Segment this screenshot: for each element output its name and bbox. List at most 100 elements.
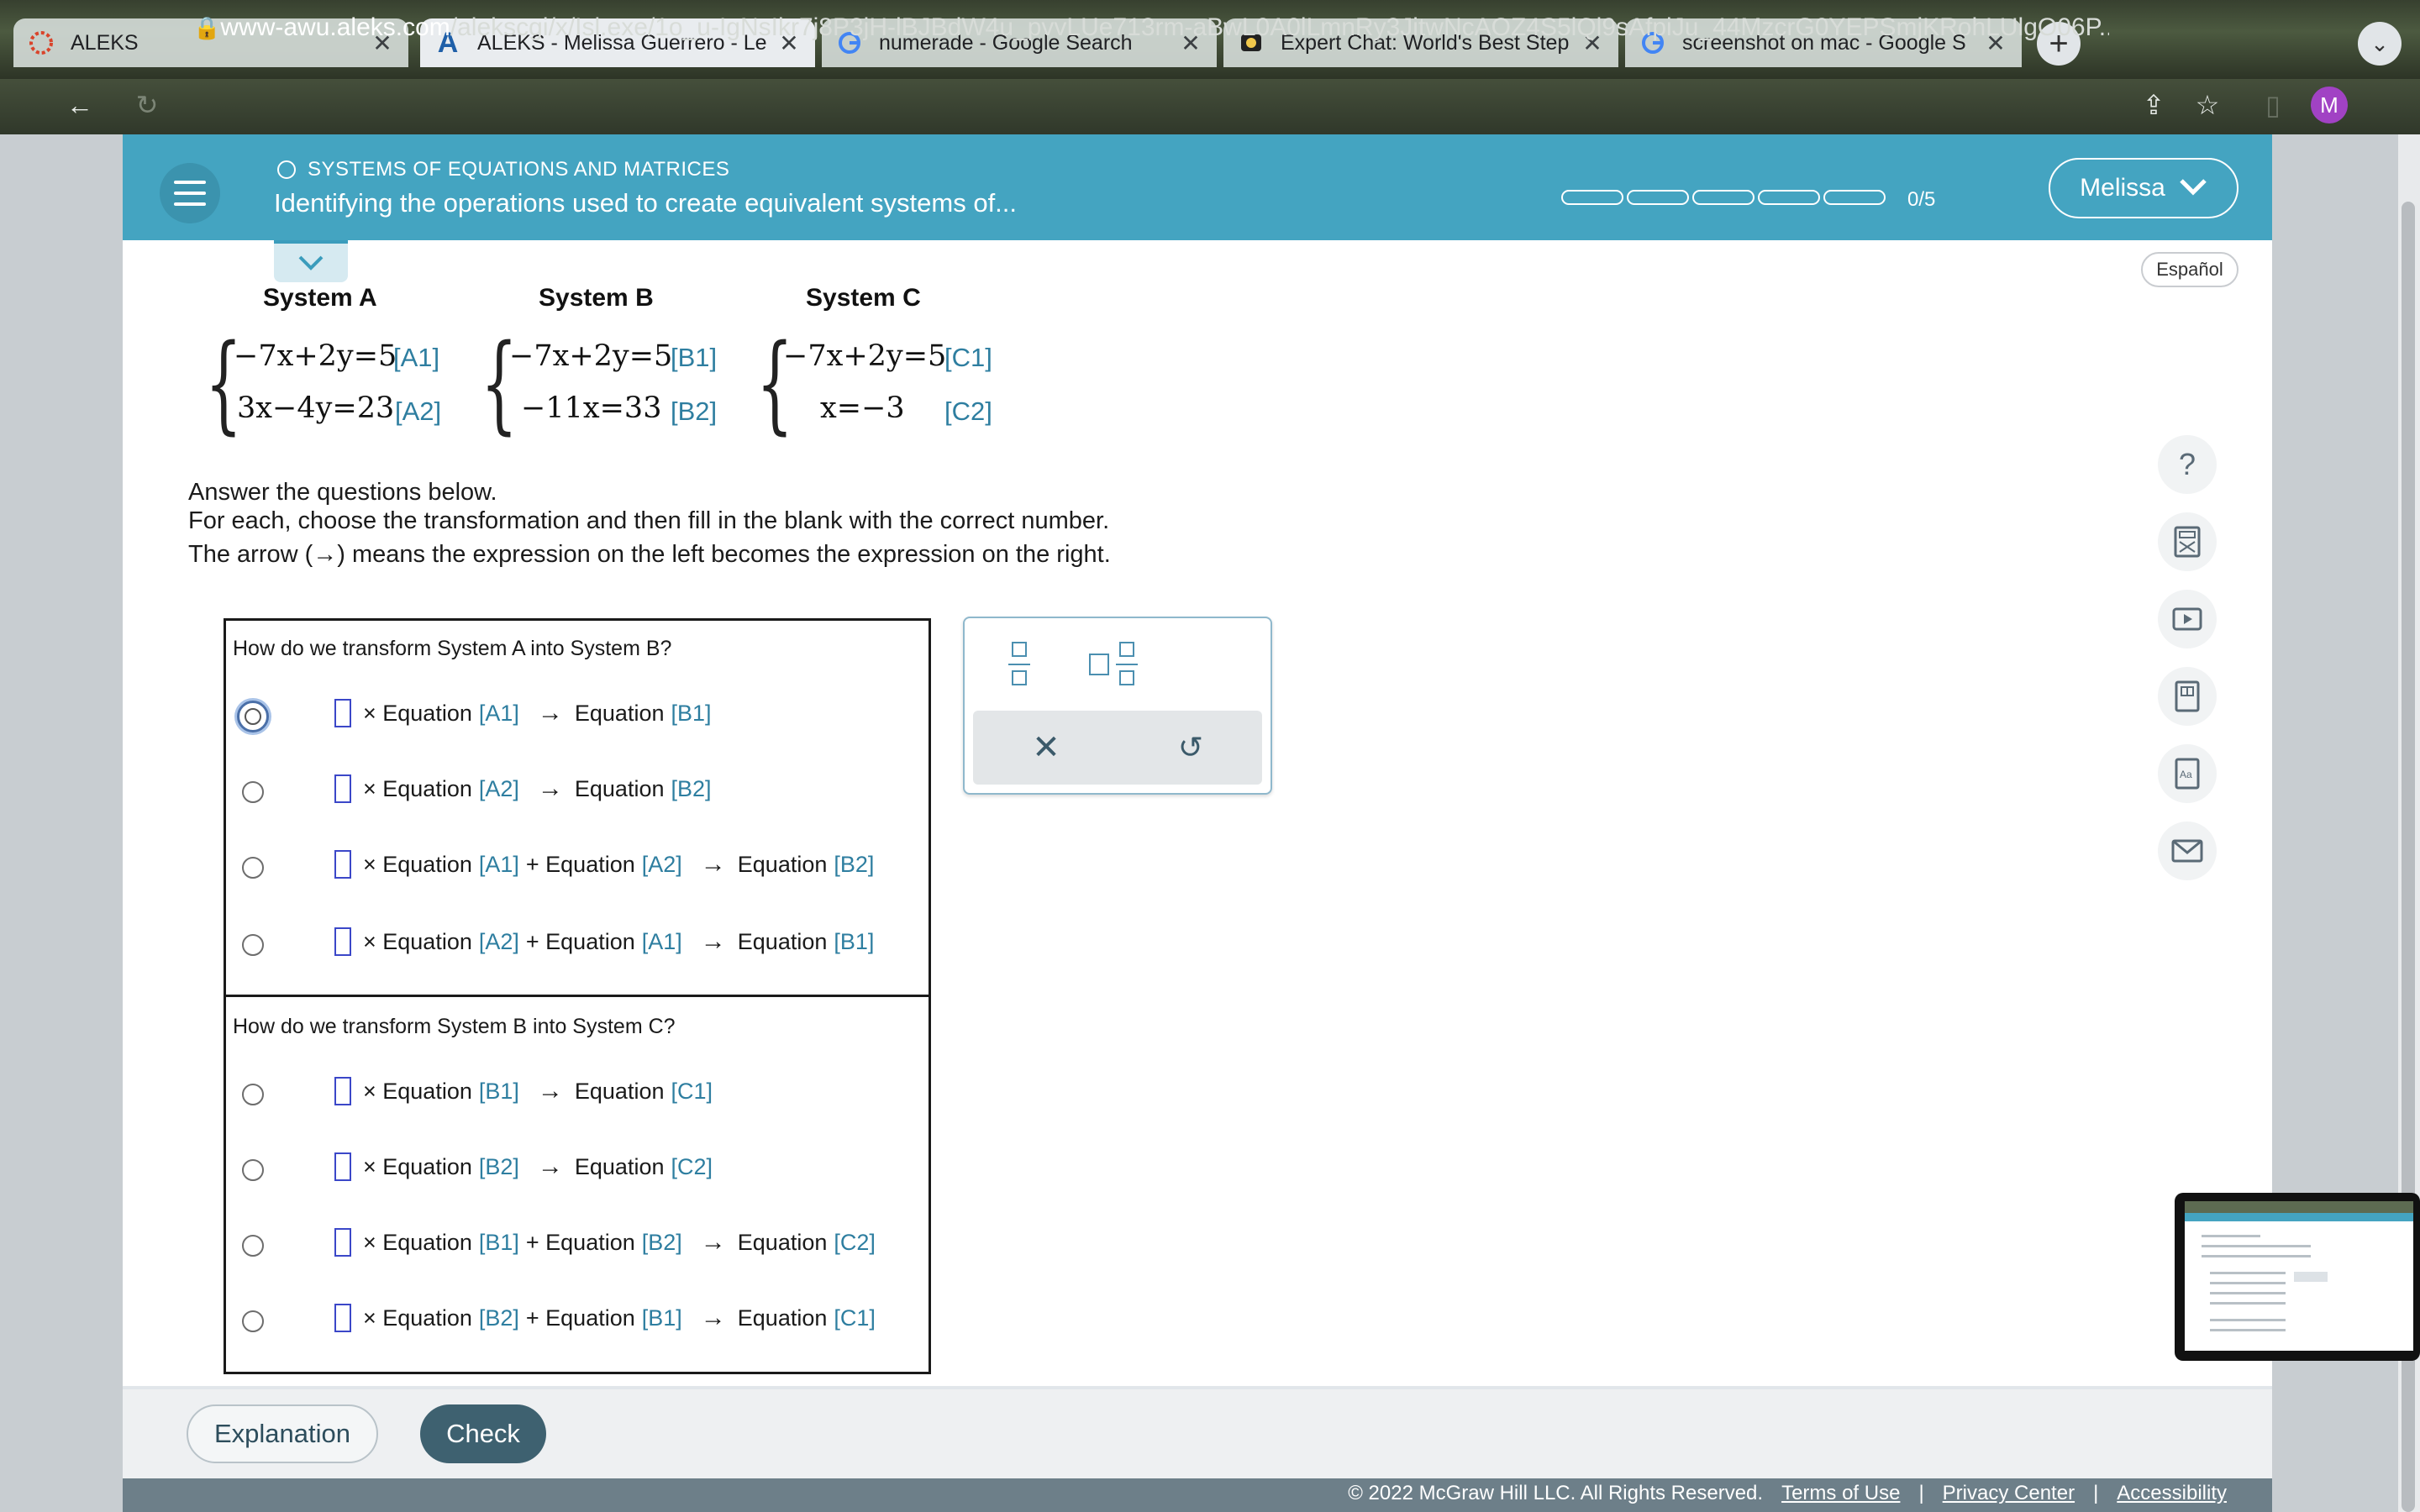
link-separator: |: [1918, 1482, 1924, 1504]
profile-avatar[interactable]: M: [2311, 87, 2348, 123]
equation-label: [A1]: [478, 700, 519, 726]
progress-bar: [1561, 190, 1886, 205]
answer-blank-input[interactable]: [334, 699, 351, 727]
privacy-center-link[interactable]: Privacy Center: [1943, 1482, 2075, 1505]
option-text: Equation: [737, 928, 828, 954]
q2-option-1-radio[interactable]: [242, 1084, 264, 1105]
equation-label: [C2]: [671, 1153, 713, 1179]
answer-blank-input[interactable]: [334, 774, 351, 803]
option-text: × Equation: [363, 1153, 472, 1179]
mail-icon[interactable]: [2158, 822, 2217, 880]
q1-option-4: × Equation [A2] + Equation [A1] → Equati…: [334, 927, 881, 956]
question-1-prompt: How do we transform System A into System…: [233, 637, 672, 660]
q1-option-3: × Equation [A1] + Equation [A2] → Equati…: [334, 850, 881, 879]
bookmark-star-icon[interactable]: ☆: [2186, 84, 2228, 126]
calculator-icon[interactable]: [2158, 512, 2217, 571]
question-divider: [224, 995, 931, 997]
check-button[interactable]: Check: [420, 1404, 546, 1463]
option-text: Equation: [737, 851, 828, 877]
equation-b2: −11x=33: [521, 391, 662, 425]
arrow-icon: →: [537, 1152, 563, 1180]
system-b-title: System B: [539, 284, 654, 312]
question-2-prompt: How do we transform System B into System…: [233, 1015, 676, 1038]
url-field[interactable]: 🔒 www-awu.aleks.com/alekscgi/x/Isl.exe/1…: [193, 7, 2109, 49]
q1-option-1: × Equation [A1] → Equation [B1]: [334, 699, 718, 727]
equation-label: [C1]: [834, 1305, 876, 1331]
q2-option-4: × Equation [B2] + Equation [B1] → Equati…: [334, 1304, 882, 1332]
video-icon[interactable]: [2158, 590, 2217, 648]
option-text: + Equation: [525, 928, 635, 954]
share-icon[interactable]: ⇪: [2133, 84, 2175, 126]
mixed-number-button-icon[interactable]: [1086, 640, 1141, 689]
instruction-line-3: The arrow (→) means the expression on th…: [188, 541, 1111, 569]
topic-circle-icon: [277, 160, 296, 179]
fraction-button-icon[interactable]: [1005, 640, 1034, 689]
equation-label: [C1]: [944, 343, 992, 372]
q1-option-1-radio[interactable]: [237, 701, 269, 732]
instruction-arrow-prefix: The arrow: [188, 541, 298, 568]
accessibility-link[interactable]: Accessibility: [2117, 1482, 2227, 1505]
progress-segment: [1561, 190, 1623, 205]
answer-blank-input[interactable]: [334, 1152, 351, 1181]
answer-blank-input[interactable]: [334, 1228, 351, 1257]
answer-blank-input[interactable]: [334, 1304, 351, 1332]
reload-icon[interactable]: ↻: [126, 84, 168, 126]
arrow-icon: →: [700, 850, 726, 878]
q2-option-4-radio[interactable]: [242, 1310, 264, 1332]
option-text: × Equation: [363, 1305, 472, 1331]
answer-blank-input[interactable]: [334, 850, 351, 879]
equation-label: [A1]: [478, 851, 519, 877]
url-path: /alekscgi/x/Isl.exe/1o_u-IgNsIkr7j8P3jH-…: [450, 13, 2109, 41]
q1-option-3-radio[interactable]: [242, 857, 264, 879]
chevron-down-icon: [2179, 174, 2207, 202]
option-text: × Equation: [363, 928, 472, 954]
sidebar-icon[interactable]: ▯: [2252, 84, 2294, 126]
hamburger-menu-icon[interactable]: [160, 163, 220, 223]
espanol-toggle[interactable]: Español: [2141, 252, 2238, 287]
url-domain: www-awu.aleks.com: [220, 13, 450, 41]
q2-option-3: × Equation [B1] + Equation [B2] → Equati…: [334, 1228, 882, 1257]
option-text: + Equation: [525, 1229, 635, 1255]
progress-segment: [1627, 190, 1689, 205]
equation-label: [B2]: [641, 1229, 682, 1255]
equation-c1: −7x+2y=5: [783, 339, 947, 373]
q2-option-2-radio[interactable]: [242, 1159, 264, 1181]
option-text: × Equation: [363, 700, 472, 726]
lock-icon: 🔒: [193, 14, 221, 40]
equation-label: [B1]: [671, 700, 712, 726]
equation-c2: x=−3: [820, 391, 905, 425]
clear-x-icon[interactable]: ✕: [1025, 724, 1067, 771]
q1-option-2-radio[interactable]: [242, 781, 264, 803]
help-icon[interactable]: ?: [2158, 435, 2217, 494]
arrow-icon: →: [700, 927, 726, 955]
equation-label: [B1]: [834, 928, 875, 954]
tab-search-chevron-icon[interactable]: ⌄: [2358, 22, 2402, 66]
answer-blank-input[interactable]: [334, 927, 351, 956]
option-text: + Equation: [525, 1305, 635, 1331]
equation-b1: −7x+2y=5: [509, 339, 673, 373]
topic-heading: SYSTEMS OF EQUATIONS AND MATRICES: [277, 158, 729, 181]
dictionary-icon[interactable]: Aa: [2158, 744, 2217, 803]
explanation-button[interactable]: Explanation: [187, 1404, 378, 1463]
lesson-title: Identifying the operations used to creat…: [274, 188, 1018, 218]
q2-option-3-radio[interactable]: [242, 1235, 264, 1257]
keypad-actions: [973, 711, 1262, 785]
ebook-icon[interactable]: [2158, 667, 2217, 726]
progress-segment: [1758, 190, 1820, 205]
option-text: Equation: [737, 1305, 828, 1331]
instruction-line-1: Answer the questions below.: [188, 479, 497, 506]
aleks-header: [123, 134, 2272, 240]
back-arrow-icon[interactable]: ←: [59, 84, 101, 126]
answer-blank-input[interactable]: [334, 1077, 351, 1105]
arrow-icon: →: [537, 1077, 563, 1105]
q1-option-4-radio[interactable]: [242, 934, 264, 956]
undo-icon[interactable]: ↺: [1170, 724, 1212, 771]
arrow-icon: →: [537, 699, 563, 727]
terms-of-use-link[interactable]: Terms of Use: [1781, 1482, 1900, 1505]
equation-label: [A1]: [393, 343, 440, 372]
equation-label: [B1]: [641, 1305, 682, 1331]
arrow-icon: →: [700, 1228, 726, 1256]
topic-text: SYSTEMS OF EQUATIONS AND MATRICES: [308, 158, 730, 181]
collapse-chevron-icon[interactable]: [274, 240, 348, 282]
user-menu-button[interactable]: Melissa: [2049, 158, 2238, 218]
